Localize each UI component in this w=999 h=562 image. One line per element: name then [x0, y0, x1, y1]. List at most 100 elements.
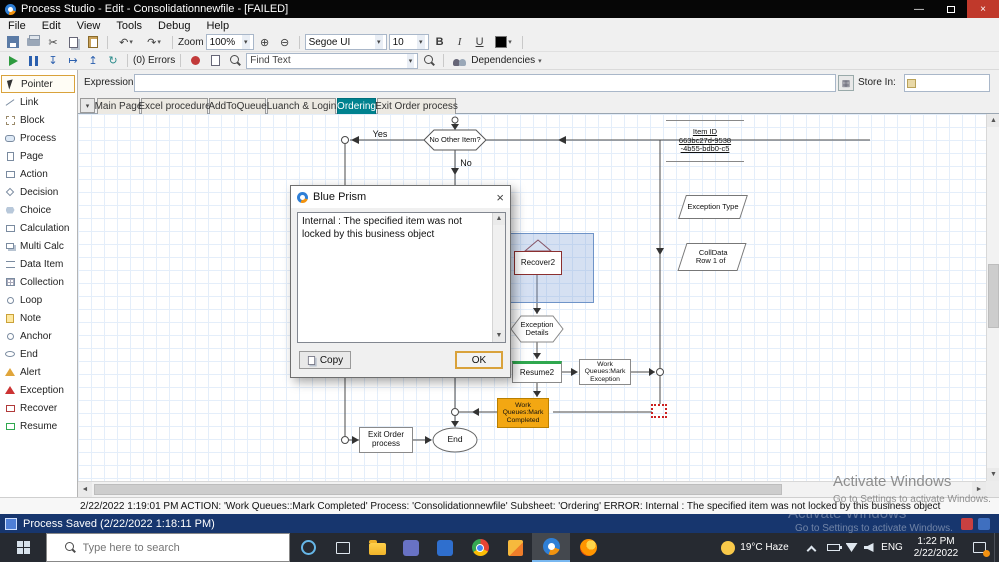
exception-details-stage[interactable]: Exception Details — [511, 316, 563, 342]
palette-item-page[interactable]: Page — [0, 147, 77, 165]
dialog-title-bar[interactable]: Blue Prism × — [291, 186, 510, 208]
step-in-button[interactable]: ↧ — [44, 53, 62, 69]
palette-item-link[interactable]: Link — [0, 93, 77, 111]
find-text-combo[interactable]: Find Text ▾ — [246, 52, 419, 69]
task-view-button[interactable] — [326, 533, 360, 562]
palette-item-end[interactable]: End — [0, 345, 77, 363]
exception-type-stage[interactable]: Exception Type — [678, 195, 748, 219]
copy-dialog-button[interactable]: Copy — [299, 351, 351, 369]
close-button[interactable]: × — [967, 0, 999, 18]
tab-list-dropdown[interactable]: ▾ — [80, 98, 95, 113]
font-size-select[interactable]: 10 ▾ — [388, 34, 429, 50]
italic-button[interactable]: I — [451, 34, 469, 50]
menu-view[interactable]: View — [69, 18, 109, 33]
tab-ordering[interactable]: Ordering — [337, 98, 376, 114]
palette-item-calculation[interactable]: Calculation — [0, 219, 77, 237]
palette-item-multi-calc[interactable]: Multi Calc — [0, 237, 77, 255]
play-button[interactable] — [4, 53, 22, 69]
search-button[interactable] — [226, 53, 244, 69]
tab-main-page[interactable]: Main Page — [95, 98, 142, 114]
resume-stage[interactable]: Resume2 — [512, 361, 562, 383]
dialog-scroll-down-arrow[interactable]: ▼ — [493, 330, 505, 342]
item-id-data-item[interactable]: Item ID 663bc27d-9538 -4b55-bdb0-c5 — [666, 120, 744, 162]
underline-button[interactable]: U — [471, 34, 489, 50]
palette-item-exception[interactable]: Exception — [0, 381, 77, 399]
cut-button[interactable]: ✂ — [44, 34, 62, 50]
dialog-close-icon[interactable]: × — [496, 190, 504, 205]
scroll-left-arrow[interactable]: ◄ — [78, 482, 92, 497]
font-color-button[interactable]: ▾ — [491, 34, 517, 50]
tab-addtoqueue[interactable]: AddToQueue — [208, 98, 267, 114]
tab-excel-procedure[interactable]: Excel procedure — [138, 98, 211, 114]
breakpoint-button[interactable] — [186, 53, 204, 69]
action-center-button[interactable] — [964, 533, 994, 562]
expression-editor-button[interactable]: ▦ — [838, 75, 854, 91]
language-indicator[interactable]: ENG — [876, 533, 908, 562]
dialog-scroll-up-arrow[interactable]: ▲ — [493, 213, 505, 225]
tab-exit-order-process[interactable]: Exit Order process — [375, 98, 458, 114]
palette-item-anchor[interactable]: Anchor — [0, 327, 77, 345]
palette-item-resume[interactable]: Resume — [0, 417, 77, 435]
pause-button[interactable] — [24, 53, 42, 69]
scroll-up-arrow[interactable]: ▲ — [987, 114, 999, 127]
step-over-button[interactable]: ↦ — [64, 53, 82, 69]
palette-item-data-item[interactable]: Data Item — [0, 255, 77, 273]
menu-edit[interactable]: Edit — [34, 18, 69, 33]
palette-item-loop[interactable]: Loop — [0, 291, 77, 309]
end-stage[interactable]: End — [433, 428, 477, 452]
zoom-select[interactable]: 100% ▾ — [205, 34, 254, 50]
reset-button[interactable]: ↻ — [104, 53, 122, 69]
menu-file[interactable]: File — [0, 18, 34, 33]
menu-help[interactable]: Help — [198, 18, 237, 33]
copy-button[interactable] — [64, 34, 82, 50]
breakpoint-marker[interactable] — [651, 404, 667, 418]
work-queues-mark-completed-stage[interactable]: Work Queues:Mark Completed — [497, 398, 549, 428]
outlook-button[interactable] — [428, 533, 462, 562]
cortana-button[interactable] — [290, 533, 326, 562]
ok-button[interactable]: OK — [455, 351, 503, 369]
menu-tools[interactable]: Tools — [108, 18, 150, 33]
dependencies-button[interactable]: Dependencies — [471, 55, 535, 66]
palette-item-choice[interactable]: Choice — [0, 201, 77, 219]
exit-order-process-stage[interactable]: Exit Order process — [359, 427, 413, 453]
minimize-button[interactable]: — — [903, 0, 935, 18]
teams-button[interactable] — [394, 533, 428, 562]
bold-button[interactable]: B — [431, 34, 449, 50]
blue-prism-taskbar-button[interactable] — [532, 533, 570, 562]
file-explorer-button[interactable] — [360, 533, 394, 562]
weather-widget[interactable]: 19°C Haze — [712, 533, 798, 562]
document-app-button[interactable] — [498, 533, 532, 562]
font-select[interactable]: Segoe UI ▾ — [304, 34, 387, 50]
menu-debug[interactable]: Debug — [150, 18, 198, 33]
decision-stage[interactable]: No Other Item? — [424, 130, 486, 150]
palette-item-decision[interactable]: Decision — [0, 183, 77, 201]
horizontal-scroll-thumb[interactable] — [94, 484, 782, 495]
show-desktop-button[interactable] — [994, 533, 999, 562]
store-in-field[interactable] — [904, 74, 990, 92]
firefox-button[interactable] — [570, 533, 606, 562]
work-queues-mark-exception-stage[interactable]: Work Queues:Mark Exception — [579, 359, 631, 385]
expression-input[interactable] — [134, 74, 836, 92]
maximize-button[interactable] — [935, 0, 967, 18]
tab-luanch-login[interactable]: Luanch & Login — [267, 98, 336, 114]
palette-item-alert[interactable]: Alert — [0, 363, 77, 381]
red-flag-icon[interactable] — [961, 517, 973, 530]
vertical-scroll-thumb[interactable] — [988, 264, 999, 328]
chrome-button[interactable] — [462, 533, 498, 562]
print-button[interactable] — [24, 34, 42, 50]
palette-item-recover[interactable]: Recover — [0, 399, 77, 417]
find-next-button[interactable] — [420, 53, 438, 69]
start-button[interactable] — [0, 533, 46, 562]
palette-item-pointer[interactable]: Pointer — [1, 75, 75, 93]
scroll-down-arrow[interactable]: ▼ — [987, 468, 999, 481]
clock[interactable]: 1:22 PM 2/22/2022 — [908, 533, 964, 562]
scroll-right-arrow[interactable]: ► — [972, 482, 986, 497]
system-tray[interactable] — [824, 533, 876, 562]
palette-item-collection[interactable]: Collection — [0, 273, 77, 291]
search-input[interactable] — [82, 541, 273, 554]
process-canvas[interactable]: No Other Item? Yes No Item ID 663bc27d-9… — [78, 114, 986, 481]
tray-expand-button[interactable] — [798, 533, 824, 562]
palette-item-note[interactable]: Note — [0, 309, 77, 327]
errors-label[interactable]: (0) Errors — [133, 55, 175, 66]
undo-button[interactable]: ↶ ▾ — [113, 34, 139, 50]
